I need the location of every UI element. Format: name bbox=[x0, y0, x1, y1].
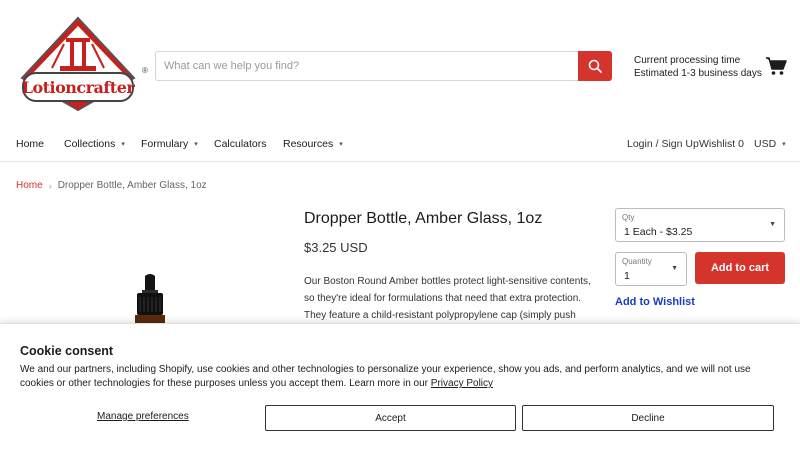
currency-selector[interactable]: USD ▾ bbox=[754, 138, 786, 150]
nav-formulary-label: Formulary bbox=[141, 138, 189, 150]
nav-resources[interactable]: Resources ▾ bbox=[283, 138, 343, 150]
search-icon bbox=[588, 59, 602, 73]
consent-title: Cookie consent bbox=[20, 344, 114, 358]
chevron-down-icon: ▼ bbox=[769, 221, 776, 228]
breadcrumb: Home › Dropper Bottle, Amber Glass, 1oz bbox=[16, 180, 207, 191]
site-header: Lotioncrafter ® Current processing time … bbox=[0, 0, 800, 125]
search-bar bbox=[155, 51, 612, 81]
nav-home[interactable]: Home bbox=[16, 138, 44, 150]
add-to-cart-button[interactable]: Add to cart bbox=[695, 252, 785, 284]
cookie-consent-banner: Cookie consent We and our partners, incl… bbox=[0, 323, 800, 450]
main-nav: Home Collections ▾ Formulary ▾ Calculato… bbox=[0, 131, 800, 157]
qty-select-value: 1 Each - $3.25 bbox=[624, 226, 693, 238]
lotioncrafter-logo[interactable]: Lotioncrafter ® bbox=[18, 16, 148, 112]
processing-title: Current processing time bbox=[634, 55, 741, 66]
quantity-value: 1 bbox=[624, 270, 630, 282]
nav-home-label: Home bbox=[16, 138, 45, 150]
chevron-down-icon: ▾ bbox=[339, 141, 343, 148]
registered-mark: ® bbox=[142, 66, 148, 75]
chevron-down-icon: ▾ bbox=[121, 141, 125, 148]
consent-text: We and our partners, including Shopify, … bbox=[20, 364, 751, 389]
login-link[interactable]: Login / Sign Up bbox=[627, 138, 699, 150]
search-input[interactable] bbox=[156, 52, 578, 80]
logo-wordmark: Lotioncrafter bbox=[22, 72, 135, 102]
cart-icon bbox=[766, 57, 787, 75]
manage-preferences-link[interactable]: Manage preferences bbox=[97, 411, 189, 422]
product-description: Our Boston Round Amber bottles protect l… bbox=[304, 276, 591, 321]
nav-resources-label: Resources bbox=[283, 138, 334, 150]
cart-button[interactable] bbox=[765, 56, 787, 76]
product-image[interactable] bbox=[128, 272, 172, 324]
decline-button[interactable]: Decline bbox=[522, 405, 774, 431]
nav-collections[interactable]: Collections ▾ bbox=[64, 138, 125, 150]
dropper-bottle-image bbox=[135, 274, 165, 324]
nav-collections-label: Collections bbox=[64, 138, 116, 150]
chevron-right-icon: › bbox=[48, 180, 52, 191]
privacy-policy-link[interactable]: Privacy Policy bbox=[431, 378, 493, 389]
chevron-down-icon: ▾ bbox=[194, 141, 198, 148]
quantity-label: Quantity bbox=[622, 257, 652, 266]
nav-divider bbox=[0, 161, 800, 162]
qty-select[interactable]: Qty 1 Each - $3.25 ▼ bbox=[615, 208, 785, 242]
nav-formulary[interactable]: Formulary ▾ bbox=[141, 138, 198, 150]
breadcrumb-home[interactable]: Home bbox=[16, 180, 43, 191]
currency-label: USD bbox=[754, 138, 777, 150]
quantity-select[interactable]: Quantity 1 ▼ bbox=[615, 252, 687, 286]
search-button[interactable] bbox=[578, 51, 612, 81]
processing-time: Current processing time Estimated 1-3 bu… bbox=[634, 54, 762, 80]
product-title: Dropper Bottle, Amber Glass, 1oz bbox=[304, 210, 543, 227]
chevron-down-icon: ▾ bbox=[782, 141, 786, 148]
accept-button[interactable]: Accept bbox=[265, 405, 516, 431]
product-price: $3.25 USD bbox=[304, 240, 368, 255]
qty-select-label: Qty bbox=[622, 213, 635, 222]
nav-calculators[interactable]: Calculators bbox=[214, 138, 267, 150]
wishlist-link[interactable]: Wishlist 0 bbox=[699, 138, 744, 150]
add-to-wishlist-link[interactable]: Add to Wishlist bbox=[615, 296, 695, 308]
nav-calculators-label: Calculators bbox=[214, 138, 267, 150]
breadcrumb-current: Dropper Bottle, Amber Glass, 1oz bbox=[57, 180, 207, 191]
chevron-down-icon: ▼ bbox=[671, 265, 678, 272]
consent-body: We and our partners, including Shopify, … bbox=[20, 363, 780, 391]
processing-estimate: Estimated 1-3 business days bbox=[634, 68, 762, 79]
wishlist-count: 0 bbox=[738, 138, 744, 150]
wishlist-label: Wishlist bbox=[699, 138, 736, 150]
